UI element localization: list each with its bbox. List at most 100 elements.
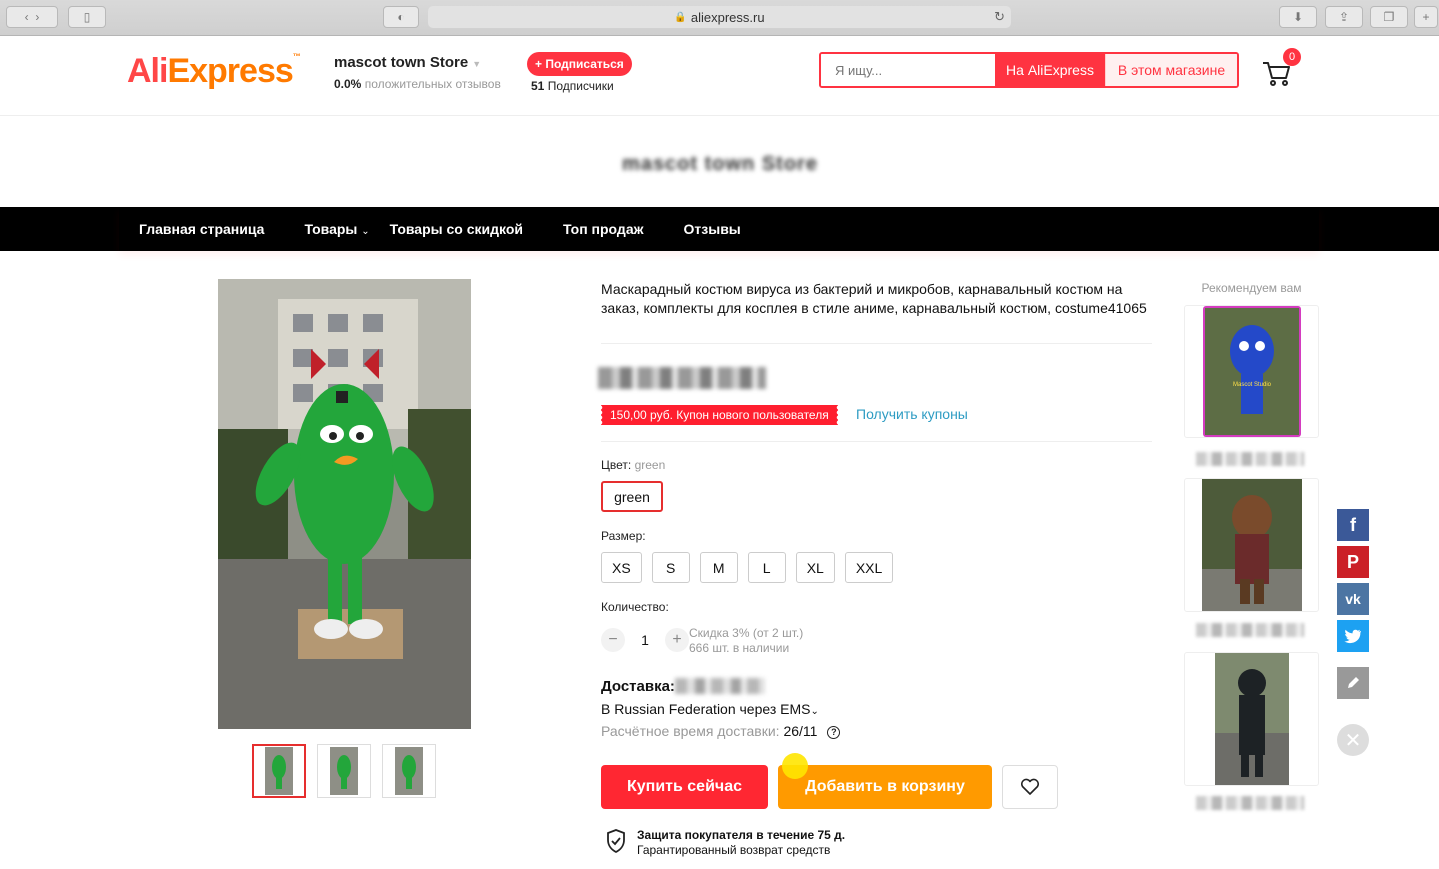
site-header: AliExpress™ mascot town Store ▼ 0.0% поло… xyxy=(0,36,1439,116)
tabs-icon[interactable]: ❐ xyxy=(1370,6,1408,28)
subscribers-label: Подписчики xyxy=(547,79,614,93)
subscribe-button[interactable]: + Подписаться xyxy=(527,52,632,76)
protection-subtitle: Гарантированный возврат средств xyxy=(637,843,831,857)
search-store-button[interactable]: В этом магазине xyxy=(1105,54,1237,86)
thumbnail-1[interactable] xyxy=(252,744,306,798)
store-name[interactable]: mascot town Store ▼ xyxy=(334,54,481,71)
sidebar-toggle-icon[interactable]: ▯ xyxy=(68,6,106,28)
recommend-price-2-blurred xyxy=(1196,623,1304,637)
shipping-label: Доставка: xyxy=(601,678,675,695)
nav-products-label: Товары xyxy=(304,221,358,237)
facebook-icon[interactable]: f xyxy=(1337,509,1369,541)
thumbnail-2[interactable] xyxy=(317,744,371,798)
logo-express: Express xyxy=(167,52,293,90)
cart-count-badge: 0 xyxy=(1283,48,1301,66)
nav-products[interactable]: Товары ⌄ xyxy=(284,221,369,237)
nav-reviews[interactable]: Отзывы xyxy=(664,221,761,237)
new-user-coupon-tag: 150,00 руб. Купон нового пользователя xyxy=(600,405,838,425)
color-option-green[interactable]: green xyxy=(601,481,663,512)
size-options: XS S M L XL XXL xyxy=(601,552,894,583)
quantity-decrease-button[interactable]: − xyxy=(601,628,625,652)
store-name-text: mascot town Store xyxy=(334,54,469,71)
help-icon[interactable]: ? xyxy=(827,725,841,739)
browser-toolbar: ‹ › ▯ ◐ 🔒 aliexpress.ru ↻ ⬇ ⇪ ❐ + xyxy=(0,0,1439,36)
wishlist-button[interactable] xyxy=(1002,765,1058,809)
vk-icon[interactable]: vk xyxy=(1337,583,1369,615)
store-rating: 0.0% положительных отзывов xyxy=(334,77,501,91)
thumbnail-3[interactable] xyxy=(382,744,436,798)
stock-text: 666 шт. в наличии xyxy=(689,641,790,655)
shipping-method[interactable]: В Russian Federation через EMS⌄ xyxy=(601,701,819,717)
back-forward-buttons[interactable]: ‹ › xyxy=(6,6,58,28)
product-main-image[interactable] xyxy=(218,279,471,729)
shield-check-icon xyxy=(607,829,625,854)
search-box: На AliExpress В этом магазине xyxy=(819,52,1239,88)
url-text: aliexpress.ru xyxy=(690,9,765,25)
buy-now-button[interactable]: Купить сейчас xyxy=(601,765,768,809)
download-icon[interactable]: ⬇ xyxy=(1279,6,1317,28)
reload-icon[interactable]: ↻ xyxy=(994,9,1005,25)
nav-sale-products[interactable]: Товары со скидкой xyxy=(370,221,543,237)
delivery-time-value: 26/11 xyxy=(783,723,818,739)
recommend-image-3 xyxy=(1214,653,1289,785)
heart-icon xyxy=(1020,778,1040,795)
size-option-l[interactable]: L xyxy=(747,552,786,583)
new-tab-icon[interactable]: + xyxy=(1414,6,1438,28)
quantity-label: Количество: xyxy=(601,600,669,614)
close-icon[interactable]: ✕ xyxy=(1337,724,1369,756)
aliexpress-logo[interactable]: AliExpress™ xyxy=(127,52,301,91)
pinterest-icon[interactable]: P xyxy=(1337,546,1369,578)
subscribers-number: 51 xyxy=(531,79,545,93)
shipping-method-text: В Russian Federation через EMS xyxy=(601,701,811,717)
pencil-icon[interactable] xyxy=(1337,667,1369,699)
lock-icon: 🔒 xyxy=(674,11,687,23)
recommend-item-1[interactable]: Mascot Studio xyxy=(1184,305,1319,438)
quantity-stepper: − 1 + xyxy=(601,628,689,652)
nav-top-sales[interactable]: Топ продаж xyxy=(543,221,664,237)
rating-label: положительных отзывов xyxy=(364,77,501,91)
quantity-increase-button[interactable]: + xyxy=(665,628,689,652)
add-to-cart-button[interactable]: Добавить в корзину xyxy=(778,765,992,809)
recommend-title: Рекомендуем вам xyxy=(1201,281,1302,295)
logo-ali: Ali xyxy=(127,52,168,90)
chevron-down-icon: ⌄ xyxy=(361,226,370,237)
size-label: Размер: xyxy=(601,529,646,543)
delivery-time-label: Расчётное время доставки: xyxy=(601,723,780,739)
thumbnail-strip xyxy=(252,744,436,798)
color-label: Цвет: green xyxy=(601,458,665,472)
search-input[interactable] xyxy=(821,54,995,86)
get-coupons-link[interactable]: Получить купоны xyxy=(856,406,968,422)
share-icon[interactable]: ⇪ xyxy=(1325,6,1363,28)
bulk-discount-text: Скидка 3% (от 2 шт.) xyxy=(689,626,804,640)
recommend-price-3-blurred xyxy=(1196,796,1304,810)
quantity-value[interactable]: 1 xyxy=(625,632,665,648)
nav-home[interactable]: Главная страница xyxy=(119,221,284,237)
price-blurred xyxy=(598,367,766,389)
svg-text:Mascot Studio: Mascot Studio xyxy=(1232,382,1271,388)
color-selected-value: green xyxy=(634,458,666,472)
size-option-m[interactable]: M xyxy=(699,552,738,583)
recommend-item-2[interactable] xyxy=(1184,478,1319,612)
twitter-icon[interactable] xyxy=(1337,620,1369,652)
cursor-highlight xyxy=(782,753,808,779)
buyer-protection: Защита покупателя в течение 75 д. Гарант… xyxy=(605,828,845,858)
size-option-s[interactable]: S xyxy=(651,552,690,583)
store-banner-title: mascot town Store xyxy=(622,153,818,175)
quantity-info: Скидка 3% (от 2 шт.) 666 шт. в наличии xyxy=(689,626,803,656)
color-label-text: Цвет: xyxy=(601,458,632,472)
address-bar[interactable]: 🔒 aliexpress.ru ↻ xyxy=(428,6,1011,28)
store-nav: Главная страница Товары ⌄ Товары со скид… xyxy=(0,207,1439,251)
recommend-item-3[interactable] xyxy=(1184,652,1319,786)
divider xyxy=(601,441,1152,442)
subscribers-count: 51 Подписчики xyxy=(531,79,614,93)
search-aliexpress-button[interactable]: На AliExpress xyxy=(995,54,1105,86)
size-option-xxl[interactable]: XXL xyxy=(844,552,894,583)
shipping-cost-blurred xyxy=(675,678,765,694)
divider xyxy=(601,343,1152,344)
shield-icon[interactable]: ◐ xyxy=(383,6,419,28)
size-option-xl[interactable]: XL xyxy=(795,552,835,583)
recommend-image-1: Mascot Studio xyxy=(1202,306,1301,437)
size-option-xs[interactable]: XS xyxy=(601,552,642,583)
chevron-down-icon: ▼ xyxy=(472,59,482,69)
recommend-price-1-blurred xyxy=(1196,452,1304,466)
